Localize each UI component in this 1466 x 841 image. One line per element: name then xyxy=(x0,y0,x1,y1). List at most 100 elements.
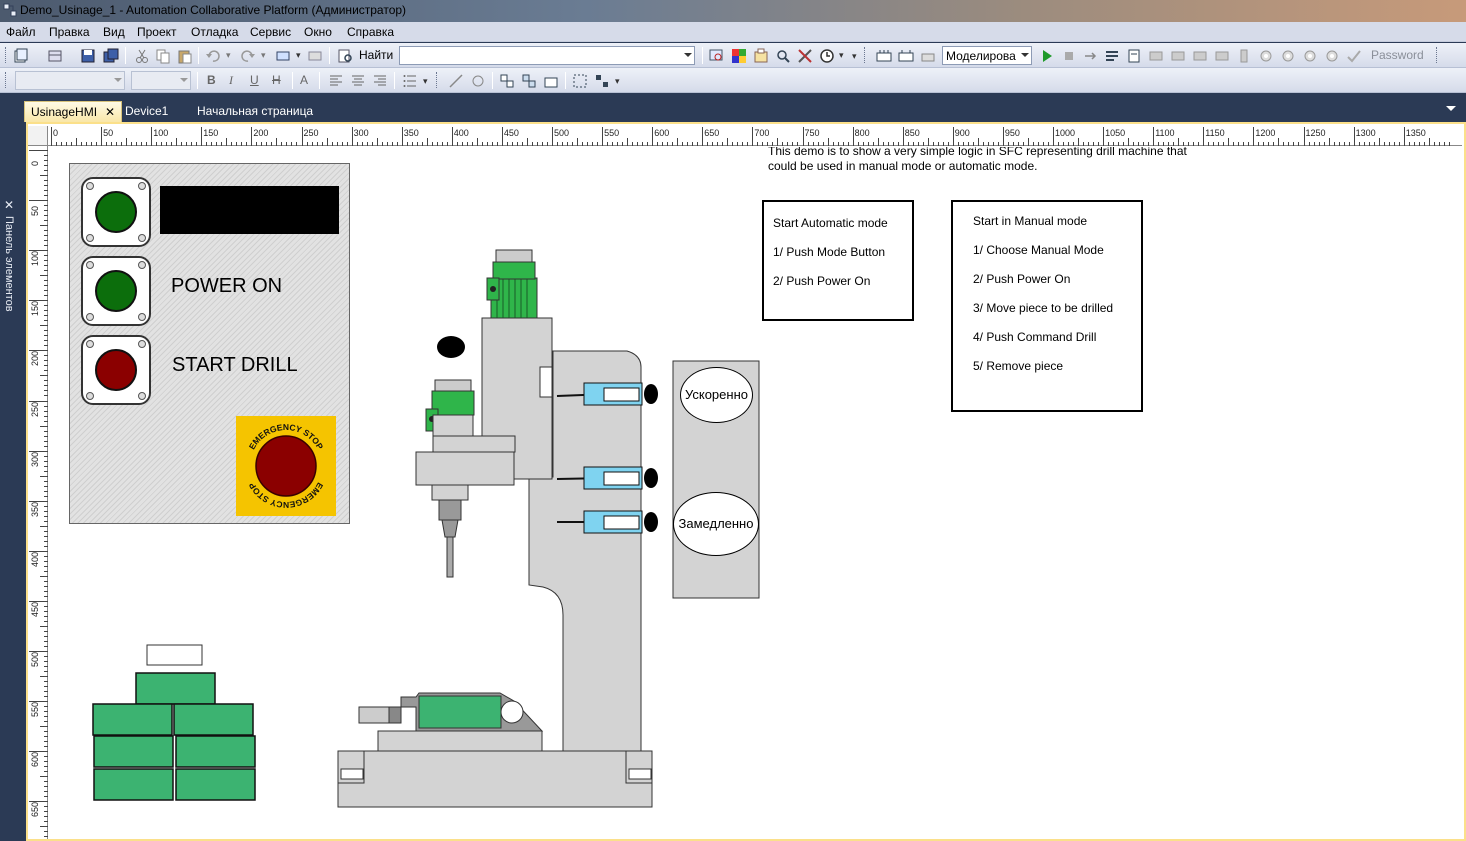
object-browser-icon[interactable] xyxy=(775,48,791,64)
ruler-tick xyxy=(161,142,163,146)
toolbox-pin-icon[interactable]: ✕ xyxy=(4,198,14,212)
paste-icon[interactable] xyxy=(177,48,193,64)
tab-usinagehmi[interactable]: UsinageHMI ✕ xyxy=(24,101,123,122)
hmi-canvas[interactable]: This demo is to show a very simple logic… xyxy=(49,147,1462,835)
password-label[interactable]: Password xyxy=(1371,48,1424,62)
menu-window[interactable]: Окно xyxy=(304,25,332,39)
ruler-tick xyxy=(516,142,518,146)
strikethrough-icon[interactable]: H xyxy=(272,73,281,87)
menu-debug[interactable]: Отладка xyxy=(191,25,238,39)
ruler-tick xyxy=(817,142,819,146)
menu-edit[interactable]: Правка xyxy=(49,25,90,39)
rebuild-icon[interactable] xyxy=(898,48,914,64)
cut-icon[interactable] xyxy=(134,48,150,64)
build-icon[interactable] xyxy=(876,48,892,64)
ruler-label: 1100 xyxy=(1155,128,1175,138)
group-icon[interactable] xyxy=(499,73,515,89)
ruler-tick xyxy=(44,495,48,497)
stop-icon[interactable] xyxy=(1061,48,1077,64)
ungroup-icon[interactable] xyxy=(521,73,537,89)
new-file-icon[interactable] xyxy=(13,48,29,64)
find-combo[interactable] xyxy=(399,46,695,65)
menu-help[interactable]: Справка xyxy=(347,25,394,39)
tab-device1[interactable]: Device1 xyxy=(119,101,174,122)
ruler-label: 400 xyxy=(453,128,469,138)
menu-tools[interactable]: Сервис xyxy=(250,25,291,39)
ruler-tick xyxy=(937,142,939,146)
gear-4-icon[interactable] xyxy=(1324,48,1340,64)
ruler-tick xyxy=(29,801,48,803)
save-all-icon[interactable] xyxy=(103,48,119,64)
properties-icon[interactable] xyxy=(753,48,769,64)
italic-icon[interactable]: I xyxy=(229,73,233,88)
redo-icon[interactable] xyxy=(240,48,256,64)
navigate-icon[interactable] xyxy=(275,48,291,64)
ruler-tick xyxy=(44,666,48,668)
hmi-editor: 0 50 100 150 200 250 300 350 400 450 500 550 600 650 7… xyxy=(26,122,1466,841)
bold-icon[interactable]: B xyxy=(207,73,216,87)
menu-view[interactable]: Вид xyxy=(103,25,125,39)
ruler-label: 750 xyxy=(804,128,820,138)
font-color-icon[interactable]: A xyxy=(300,73,308,87)
add-item-icon[interactable] xyxy=(47,48,63,64)
align-left-icon[interactable] xyxy=(328,73,344,89)
tab-list-dropdown-icon[interactable] xyxy=(1446,106,1456,111)
font-family-combo[interactable] xyxy=(15,71,125,90)
ruler-tick xyxy=(44,315,48,317)
document-tabs: UsinageHMI ✕ Device1 Начальная страница xyxy=(22,96,1466,122)
navigate-forward-icon[interactable] xyxy=(307,48,323,64)
clock-icon[interactable] xyxy=(819,48,835,64)
ruler-tick xyxy=(216,142,218,146)
watch-icon[interactable] xyxy=(1170,48,1186,64)
save-icon[interactable] xyxy=(80,48,96,64)
check-icon[interactable] xyxy=(1346,48,1362,64)
align-right-icon[interactable] xyxy=(372,73,388,89)
ruler-tick xyxy=(44,160,48,162)
variables-icon[interactable] xyxy=(1192,48,1208,64)
ruler-label: 850 xyxy=(904,128,920,138)
step-icon[interactable] xyxy=(1083,48,1099,64)
find-icon[interactable] xyxy=(337,48,353,64)
fast-speed-indicator[interactable]: Ускоренно xyxy=(680,367,753,423)
bring-front-icon[interactable] xyxy=(543,73,559,89)
ruler-tick xyxy=(802,127,804,146)
ruler-tick xyxy=(44,290,48,292)
ruler-tick xyxy=(1363,142,1365,146)
undo-icon[interactable] xyxy=(205,48,221,64)
copy-icon[interactable] xyxy=(155,48,171,64)
clean-icon[interactable] xyxy=(920,48,936,64)
align-objects-icon[interactable] xyxy=(594,73,610,89)
step-over-icon[interactable] xyxy=(1126,48,1142,64)
step-into-icon[interactable] xyxy=(1104,48,1120,64)
tools-icon[interactable] xyxy=(797,48,813,64)
menu-project[interactable]: Проект xyxy=(137,25,177,39)
slow-speed-indicator[interactable]: Замедленно xyxy=(673,492,759,556)
ruler-tick xyxy=(341,142,343,146)
online-change-icon[interactable] xyxy=(1236,48,1252,64)
toolbox-panel-tab[interactable]: Панель элементов xyxy=(3,216,15,312)
gear-3-icon[interactable] xyxy=(1302,48,1318,64)
font-size-combo[interactable] xyxy=(131,71,191,90)
toolbar-grip[interactable] xyxy=(5,47,8,63)
close-icon[interactable]: ✕ xyxy=(105,105,115,119)
menu-file[interactable]: Файл xyxy=(6,25,36,39)
list-icon[interactable] xyxy=(402,73,418,89)
line-tool-icon[interactable] xyxy=(448,73,464,89)
force-icon[interactable] xyxy=(1214,48,1230,64)
breakpoint-icon[interactable] xyxy=(1148,48,1164,64)
tab-start-page[interactable]: Начальная страница xyxy=(191,101,319,122)
gear-2-icon[interactable] xyxy=(1280,48,1296,64)
shape-tool-icon[interactable] xyxy=(470,73,486,89)
mode-combo[interactable]: Моделирова xyxy=(942,46,1032,65)
settings-gear-icon[interactable] xyxy=(1258,48,1274,64)
ruler-tick xyxy=(847,142,849,146)
align-center-icon[interactable] xyxy=(350,73,366,89)
find-in-files-icon[interactable] xyxy=(708,48,724,64)
toolbox-icon[interactable] xyxy=(731,48,747,64)
ruler-tick xyxy=(44,355,48,357)
snap-grid-icon[interactable] xyxy=(572,73,588,89)
ruler-tick xyxy=(747,142,749,146)
ruler-tick xyxy=(572,142,574,146)
underline-icon[interactable]: U xyxy=(250,73,259,87)
run-icon[interactable] xyxy=(1039,48,1055,64)
